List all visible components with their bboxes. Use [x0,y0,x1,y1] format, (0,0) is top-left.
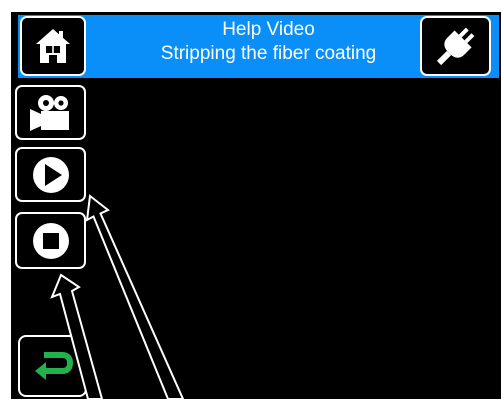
page-title: Help Video Stripping the fiber coating [98,18,439,66]
title-line-1: Help Video [222,19,315,40]
play-button[interactable] [15,147,86,202]
home-button[interactable] [20,16,86,76]
video-camera-button[interactable] [15,85,86,140]
back-button[interactable] [18,335,87,397]
home-icon [36,29,70,63]
screen: Help Video Stripping the fiber coating [0,0,502,399]
power-button[interactable] [420,16,491,76]
plug-icon [436,27,474,66]
stop-icon [32,222,69,259]
stop-button[interactable] [15,212,86,269]
title-line-2: Stripping the fiber coating [160,43,377,64]
play-icon [32,156,69,193]
video-camera-icon [29,94,69,131]
return-arrow-icon [34,352,73,380]
